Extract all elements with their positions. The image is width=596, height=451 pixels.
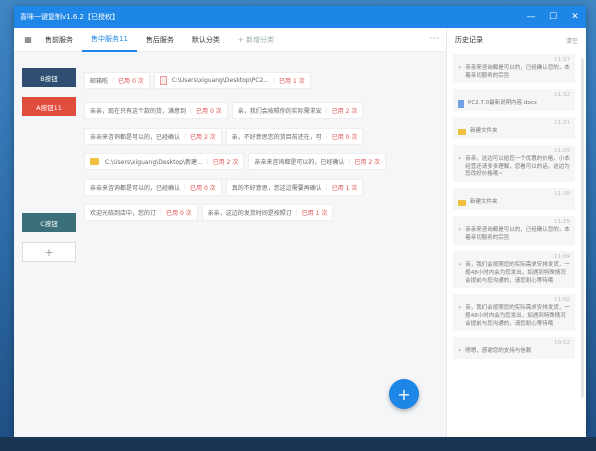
group-button-c[interactable]: C按钮 <box>22 213 76 232</box>
taskbar <box>0 437 596 451</box>
close-button[interactable]: ✕ <box>564 6 586 28</box>
bullet-icon: • <box>458 226 462 233</box>
phrase-chip[interactable]: 真的不好意思，您这边需要再确认 | 已用 1 次 <box>225 179 364 196</box>
history-text: 亲，我们会按照您的实际需求安排发货，一般48小时内会为您发出，如遇到特殊情况会提… <box>465 262 570 284</box>
tab-default[interactable]: 默认分类 <box>183 28 229 52</box>
phrase-chip[interactable]: C:\Users\xiguang\Desktop\新建... | 已用 2 次 <box>84 153 245 170</box>
history-time: 11:37 <box>554 57 570 63</box>
more-icon[interactable]: ··· <box>429 34 440 43</box>
category-tabs: ▦ 售前服务 售中服务11 售后服务 默认分类 + 新增分类 ··· <box>14 28 446 52</box>
file-icon <box>159 76 167 85</box>
history-item[interactable]: 11:32 PC2.7.0最新说明内容.docx <box>453 89 575 112</box>
history-item[interactable]: 11:31 新建文件夹 <box>453 117 575 140</box>
phrase-chip[interactable]: 亲亲来咨询都是可以的，已经确认 | 已用 0 次 <box>84 179 222 196</box>
bullet-icon: • <box>458 348 462 355</box>
add-phrase-button[interactable]: + <box>389 379 419 409</box>
fold-icon <box>458 200 466 207</box>
add-group-button[interactable]: + <box>22 242 76 262</box>
history-item[interactable]: 11:29 • 亲亲，这边可以给您一个优惠的价格，小本经营还请多多理解，您看可以的话… <box>453 145 575 183</box>
history-text: 亲亲来咨询都是可以的，已经确认您的，本着亲切服务的宗旨 <box>465 226 570 241</box>
history-text: 亲，我们会按照您的实际需求安排发货，一般48小时内会为您发出，如遇到特殊情况会提… <box>465 305 570 327</box>
title-bar: 喜咪一键复制v1.6.2【已授权】 — ☐ ✕ <box>14 6 586 28</box>
phrase-chip[interactable]: 亲，我们会按照你的实际需求安 | 已用 2 次 <box>231 102 364 119</box>
history-time: 11:31 <box>554 120 570 127</box>
group-button-b[interactable]: B按钮 <box>22 68 76 87</box>
history-text: PC2.7.0最新说明内容.docx <box>468 100 538 107</box>
bullet-icon: • <box>458 65 462 71</box>
chip-row: 欢迎光临到店中，您的订 | 已用 0 次 亲亲，这边的发货时间是按照订 | 已用 1 次 <box>84 204 334 221</box>
history-header: 历史记录 清空 <box>447 28 586 52</box>
minimize-button[interactable]: — <box>520 6 542 28</box>
history-item[interactable]: 11:25 • 亲亲来咨询都是可以的，已经确认您的，本着亲切服务的宗旨 <box>453 215 575 246</box>
history-time: 11:09 <box>554 254 570 261</box>
history-text: 新建文件夹 <box>470 128 498 135</box>
clear-history-button[interactable]: 清空 <box>566 36 578 45</box>
tab-add-category[interactable]: + 新增分类 <box>229 28 283 52</box>
history-text: 亲亲，这边可以给您一个优惠的价格，小本经营还请多多理解，您看可以的话，这边为您改… <box>465 156 570 178</box>
tab-presale[interactable]: 售前服务 <box>36 28 82 52</box>
bullet-icon: • <box>458 305 462 312</box>
chip-row: C:\Users\xiguang\Desktop\新建... | 已用 2 次 亲亲… <box>84 153 387 170</box>
history-text: 亲亲来咨询都是可以的，已经确认您的，本着亲切服务的宗旨 <box>465 65 570 79</box>
phrase-chip[interactable]: 亲亲，这边的发货时间是按照订 | 已用 1 次 <box>201 204 334 221</box>
fold-icon <box>458 129 466 136</box>
history-item[interactable]: 11:37 • 亲亲来咨询都是可以的，已经确认您的，本着亲切服务的宗旨 <box>453 54 575 84</box>
history-item[interactable]: 10:52 • 嗯嗯，感谢您的支持与信赖 <box>453 337 575 359</box>
chip-row: 邮箱啦 | 已用 0 次 C:\Users\xiguang\Desktop\PC2.… <box>84 72 311 89</box>
tab-aftersale[interactable]: 售后服务 <box>137 28 183 52</box>
tab-insale[interactable]: 售中服务11 <box>82 28 137 52</box>
history-time: 11:28 <box>554 191 570 198</box>
history-time: 11:02 <box>554 297 570 304</box>
history-item[interactable]: 11:28 新建文件夹 <box>453 188 575 210</box>
history-title: 历史记录 <box>455 36 483 44</box>
history-time: 11:32 <box>554 92 570 99</box>
phrase-chip[interactable]: 欢迎光临到店中，您的订 | 已用 0 次 <box>84 204 198 221</box>
phrase-chip[interactable]: 亲亲来咨询都是可以的，已经确认 | 已用 2 次 <box>84 128 222 145</box>
bullet-icon: • <box>458 262 462 269</box>
app-window: 喜咪一键复制v1.6.2【已授权】 — ☐ ✕ ▦ 售前服务 售中服务11 售后… <box>14 6 586 437</box>
group-sidebar: B按钮 A按钮11 C按钮 + <box>22 68 76 272</box>
main-panel: B按钮 A按钮11 C按钮 + 邮箱啦 | 已用 0 次 C:\Users\xigu… <box>14 52 446 437</box>
history-time: 11:25 <box>554 218 570 225</box>
history-text: 嗯嗯，感谢您的支持与信赖 <box>465 348 532 355</box>
chip-row: 亲亲来咨询都是可以的，已经确认 | 已用 0 次 真的不好意思，您这边需要再确认 | 已… <box>84 179 364 196</box>
window-title: 喜咪一键复制v1.6.2【已授权】 <box>20 13 119 21</box>
maximize-button[interactable]: ☐ <box>542 6 564 28</box>
history-panel: 历史记录 清空 11:37 • 亲亲来咨询都是可以的，已经确认您的，本着亲切服务的宗… <box>446 28 586 437</box>
group-button-a[interactable]: A按钮11 <box>22 97 76 116</box>
history-item[interactable]: 11:02 • 亲，我们会按照您的实际需求安排发货，一般48小时内会为您发出，如遇到… <box>453 294 575 332</box>
phrase-chip[interactable]: 亲亲，现在只有这个款的货，满意到 | 已用 0 次 <box>84 102 228 119</box>
phrase-chip[interactable]: 邮箱啦 | 已用 0 次 <box>84 72 150 89</box>
bullet-icon: • <box>458 156 462 163</box>
phrase-chip[interactable]: 亲亲来咨询都是可以的，已经确认 | 已用 2 次 <box>248 153 387 170</box>
history-list: 11:37 • 亲亲来咨询都是可以的，已经确认您的，本着亲切服务的宗旨 11:32 PC… <box>453 54 575 434</box>
doc-icon <box>458 100 464 109</box>
folder-icon <box>90 158 99 165</box>
history-scrollbar[interactable] <box>581 58 584 398</box>
grid-icon[interactable]: ▦ <box>20 35 36 44</box>
history-text: 新建文件夹 <box>470 199 498 206</box>
chip-row: 亲亲，现在只有这个款的货，满意到 | 已用 0 次 亲，我们会按照你的实际需求安 | 已… <box>84 102 364 119</box>
history-item[interactable]: 11:09 • 亲，我们会按照您的实际需求安排发货，一般48小时内会为您发出，如遇到… <box>453 251 575 289</box>
chip-row: 亲亲来咨询都是可以的，已经确认 | 已用 2 次 亲，不好意思您的货目前还在，可 | 已… <box>84 128 364 145</box>
history-time: 10:52 <box>554 340 570 347</box>
phrase-chip[interactable]: 亲，不好意思您的货目前还在，可 | 已用 0 次 <box>225 128 364 145</box>
phrase-chip[interactable]: C:\Users\xiguang\Desktop\PC2... | 已用 1 次 <box>153 72 311 89</box>
history-time: 11:29 <box>554 148 570 155</box>
